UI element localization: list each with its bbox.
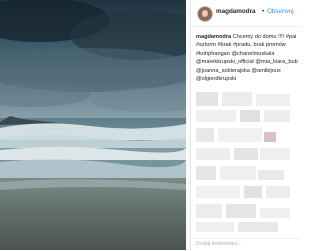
follow-button[interactable]: Obserwuj: [267, 8, 294, 15]
post-sidebar: magdamodra • Obserwuj magdamodra Chcemy …: [190, 0, 301, 251]
username-link[interactable]: magdamodra: [216, 8, 256, 15]
instagram-post: magdamodra • Obserwuj magdamodra Chcemy …: [0, 0, 301, 251]
caption-text-1: Chcemy do domu !!!! #pai: [231, 34, 297, 40]
separator-dot: •: [262, 8, 265, 15]
caption-author[interactable]: magdamodra: [196, 34, 231, 40]
caption-line-1: magdamodra Chcemy do domu !!!! #pai: [196, 33, 298, 41]
avatar[interactable]: [197, 6, 213, 22]
post-caption: magdamodra Chcemy do domu !!!! #pai #szt…: [196, 33, 298, 83]
post-header: magdamodra • Obserwuj: [191, 0, 301, 27]
blurred-comments: [196, 92, 296, 238]
caption-line-3: #kohphangan @chanelmuskala: [196, 50, 275, 57]
stormy-beach-image: [0, 0, 186, 250]
caption-line-4: @marekkrupski_official @mia_kiara_bub: [196, 59, 298, 66]
comment-input[interactable]: Dodaj komentarz...: [196, 241, 242, 247]
caption-line-5: @joanna_sobierajska @amibijoux: [196, 67, 281, 74]
caption-line-6: @olgierdkrupski: [196, 76, 237, 83]
caption-line-2: #sztorm #brak #pradu, brak promów: [196, 42, 286, 49]
comment-bar: Dodaj komentarz...: [191, 238, 301, 251]
post-photo[interactable]: [0, 0, 186, 250]
